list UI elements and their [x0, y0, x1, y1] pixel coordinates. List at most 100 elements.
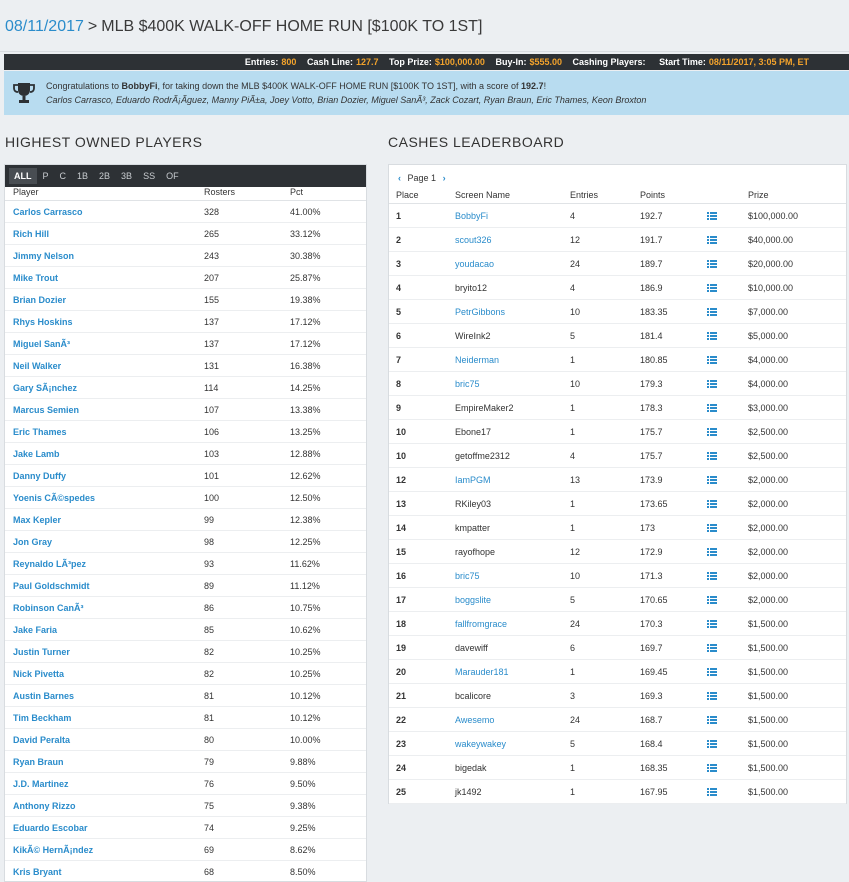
lineup-list-icon[interactable] — [707, 716, 717, 724]
tab-p[interactable]: P — [38, 168, 54, 184]
player-name-link[interactable]: Anthony Rizzo — [13, 795, 76, 817]
player-name-link[interactable]: Jon Gray — [13, 531, 52, 553]
congrats-middle: , for taking down the MLB $400K WALK-OFF… — [157, 81, 522, 91]
player-name-link[interactable]: Kris Bryant — [13, 861, 62, 881]
screen-name-link[interactable]: boggslite — [455, 588, 491, 612]
lineup-list-icon[interactable] — [707, 692, 717, 700]
player-name-link[interactable]: Danny Duffy — [13, 465, 66, 487]
player-name-link[interactable]: J.D. Martinez — [13, 773, 69, 795]
player-name-link[interactable]: Ryan Braun — [13, 751, 64, 773]
lineup-list-icon[interactable] — [707, 596, 717, 604]
screen-name-link[interactable]: Neiderman — [455, 348, 499, 372]
tab-3b[interactable]: 3B — [116, 168, 137, 184]
pager: ‹ Page 1 › — [398, 173, 446, 183]
rosters-count: 80 — [204, 735, 215, 745]
player-name-link[interactable]: Rich Hill — [13, 223, 49, 245]
entries-value: 5 — [570, 739, 576, 749]
owned-player-row: Jake Lamb 103 12.88% — [5, 443, 366, 465]
player-name-link[interactable]: KikÃ© HernÃ¡ndez — [13, 839, 93, 861]
player-name-link[interactable]: Miguel SanÃ³ — [13, 333, 70, 355]
screen-name-link[interactable]: Awesemo — [455, 708, 494, 732]
rosters-count: 74 — [204, 823, 215, 833]
player-name-link[interactable]: Nick Pivetta — [13, 663, 64, 685]
player-name-link[interactable]: Justin Turner — [13, 641, 70, 663]
player-name-link[interactable]: Jimmy Nelson — [13, 245, 74, 267]
tab-c[interactable]: C — [55, 168, 72, 184]
player-name-link[interactable]: Mike Trout — [13, 267, 58, 289]
screen-name-link[interactable]: Marauder181 — [455, 660, 509, 684]
lineup-list-icon[interactable] — [707, 620, 717, 628]
screen-name-link[interactable]: bric75 — [455, 372, 480, 396]
lineup-list-icon[interactable] — [707, 404, 717, 412]
lineup-list-icon[interactable] — [707, 308, 717, 316]
lineup-list-icon[interactable] — [707, 452, 717, 460]
player-name-link[interactable]: Brian Dozier — [13, 289, 66, 311]
tab-2b[interactable]: 2B — [94, 168, 115, 184]
next-page-button[interactable]: › — [443, 173, 446, 183]
rosters-count: 76 — [204, 779, 215, 789]
player-name-link[interactable]: Rhys Hoskins — [13, 311, 73, 333]
rosters-count: 99 — [204, 515, 215, 525]
lineup-list-icon[interactable] — [707, 212, 717, 220]
player-name-link[interactable]: Max Kepler — [13, 509, 61, 531]
entries-label: Entries: — [244, 57, 279, 67]
lineup-list-icon[interactable] — [707, 356, 717, 364]
tab-1b[interactable]: 1B — [72, 168, 93, 184]
owned-table-body: Carlos Carrasco 328 41.00% Rich Hill 265 33.1… — [5, 201, 366, 881]
player-name-link[interactable]: Carlos Carrasco — [13, 201, 83, 223]
entries-value: 4 — [570, 451, 576, 461]
ownership-pct: 10.25% — [290, 669, 321, 679]
screen-name-link[interactable]: bric75 — [455, 564, 480, 588]
screen-name-link[interactable]: youdacao — [455, 252, 494, 276]
player-name-link[interactable]: David Peralta — [13, 729, 70, 751]
player-name-link[interactable]: Paul Goldschmidt — [13, 575, 90, 597]
lineup-list-icon[interactable] — [707, 380, 717, 388]
player-name-link[interactable]: Jake Lamb — [13, 443, 60, 465]
lineup-list-icon[interactable] — [707, 524, 717, 532]
player-name-link[interactable]: Marcus Semien — [13, 399, 79, 421]
ownership-pct: 9.88% — [290, 757, 316, 767]
player-name-link[interactable]: Yoenis CÃ©spedes — [13, 487, 95, 509]
screen-name-link[interactable]: wakeywakey — [455, 732, 506, 756]
player-name-link[interactable]: Jake Faria — [13, 619, 57, 641]
lineup-list-icon[interactable] — [707, 476, 717, 484]
player-name-link[interactable]: Tim Beckham — [13, 707, 71, 729]
tab-of[interactable]: OF — [161, 168, 184, 184]
player-name-link[interactable]: Eric Thames — [13, 421, 67, 443]
contest-date-link[interactable]: 08/11/2017 — [5, 18, 84, 35]
tab-ss[interactable]: SS — [138, 168, 160, 184]
lineup-list-icon[interactable] — [707, 668, 717, 676]
lineup-list-icon[interactable] — [707, 740, 717, 748]
screen-name-link[interactable]: BobbyFi — [455, 204, 488, 228]
lineup-list-icon[interactable] — [707, 788, 717, 796]
prev-page-button[interactable]: ‹ — [398, 173, 401, 183]
ownership-pct: 16.38% — [290, 361, 321, 371]
player-name-link[interactable]: Neil Walker — [13, 355, 61, 377]
lineup-list-icon[interactable] — [707, 260, 717, 268]
lineup-list-icon[interactable] — [707, 764, 717, 772]
ownership-pct: 11.62% — [290, 559, 320, 569]
screen-name-link[interactable]: IamPGM — [455, 468, 491, 492]
screen-name: kmpatter — [455, 523, 491, 533]
player-name-link[interactable]: Reynaldo LÃ³pez — [13, 553, 86, 575]
screen-name-link[interactable]: PetrGibbons — [455, 300, 505, 324]
player-name-link[interactable]: Eduardo Escobar — [13, 817, 88, 839]
start-value: 08/11/2017, 3:05 PM, ET — [708, 57, 809, 67]
owned-player-row: Marcus Semien 107 13.38% — [5, 399, 366, 421]
tab-all[interactable]: ALL — [9, 168, 37, 184]
screen-name-link[interactable]: fallfromgrace — [455, 612, 507, 636]
lineup-list-icon[interactable] — [707, 332, 717, 340]
lineup-list-icon[interactable] — [707, 548, 717, 556]
lineup-list-icon[interactable] — [707, 500, 717, 508]
lineup-list-icon[interactable] — [707, 236, 717, 244]
screen-name-link[interactable]: scout326 — [455, 228, 492, 252]
player-name-link[interactable]: Austin Barnes — [13, 685, 74, 707]
lineup-list-icon[interactable] — [707, 644, 717, 652]
player-name-link[interactable]: Gary SÃ¡nchez — [13, 377, 77, 399]
cash-row: 15 rayofhope 12 172.9 $2,000.00 — [389, 540, 846, 564]
lineup-list-icon[interactable] — [707, 428, 717, 436]
ownership-pct: 10.62% — [290, 625, 321, 635]
player-name-link[interactable]: Robinson CanÃ³ — [13, 597, 84, 619]
lineup-list-icon[interactable] — [707, 572, 717, 580]
lineup-list-icon[interactable] — [707, 284, 717, 292]
